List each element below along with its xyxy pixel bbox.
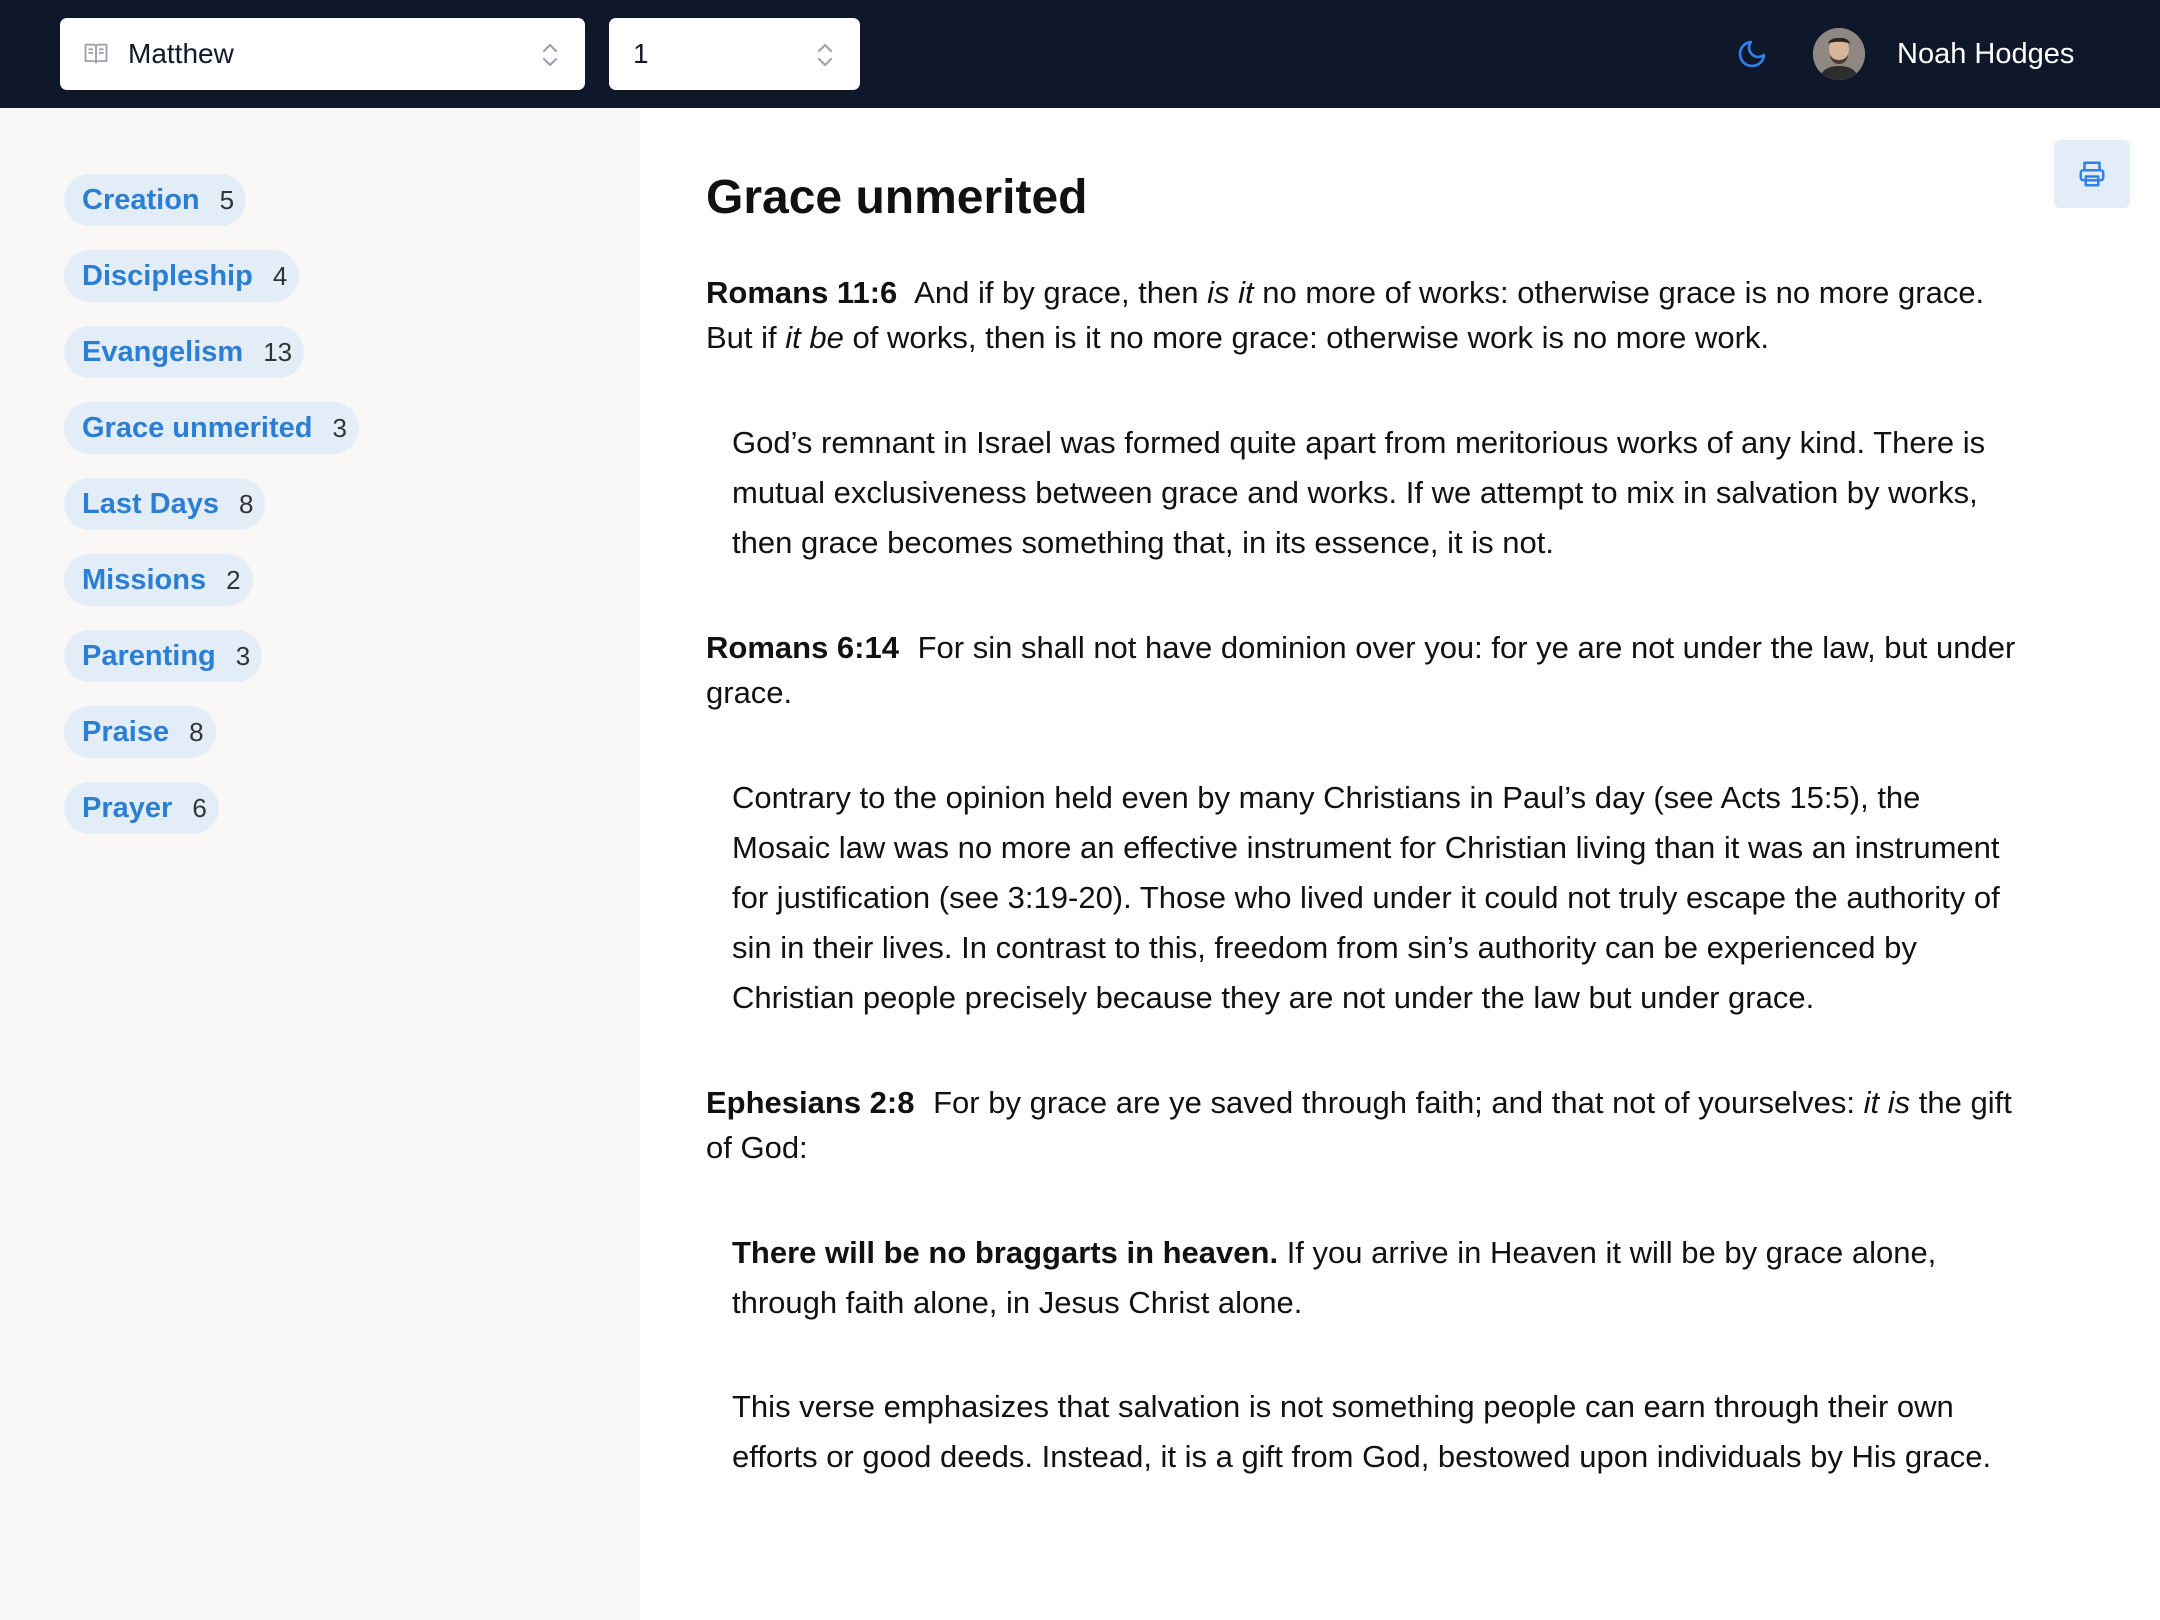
verse-text: Ephesians 2:8 For by grace are ye saved …	[706, 1085, 2012, 1165]
tag-count: 8	[189, 716, 204, 747]
tag-label: Last Days	[82, 487, 220, 520]
sidebar-tag-last-days[interactable]: Last Days 8	[64, 478, 266, 530]
sidebar-tag-missions[interactable]: Missions 2	[64, 554, 253, 606]
tag-count: 5	[219, 184, 235, 215]
tag-count: 13	[263, 336, 293, 367]
tag-label: Missions	[82, 563, 207, 596]
book-icon	[84, 43, 108, 64]
sidebar-tag-grace-unmerited[interactable]: Grace unmerited 3	[64, 402, 359, 454]
verse-reference[interactable]: Romans 6:14	[706, 630, 899, 665]
verse-text: Romans 6:14 For sin shall not have domin…	[706, 630, 2016, 710]
book-select-value: Matthew	[128, 38, 234, 69]
user-name[interactable]: Noah Hodges	[1897, 38, 2074, 71]
tag-label: Evangelism	[82, 335, 244, 368]
verse-reference[interactable]: Ephesians 2:8	[706, 1085, 914, 1120]
sidebar-tag-creation[interactable]: Creation 5	[64, 174, 247, 226]
tag-count: 6	[192, 792, 207, 823]
sidebar: Creation 5 Discipleship 4 Evangelism 13 …	[0, 108, 640, 1620]
printer-icon	[2079, 161, 2105, 187]
moon-icon[interactable]	[1736, 38, 1768, 70]
tag-count: 3	[235, 640, 251, 671]
commentary-note: Contrary to the opinion held even by man…	[732, 780, 2000, 1015]
chapter-select[interactable]: 1	[609, 18, 860, 90]
tag-count: 2	[226, 564, 241, 595]
tag-label: Discipleship	[82, 259, 253, 292]
sidebar-tag-praise[interactable]: Praise 8	[64, 706, 216, 758]
sidebar-tag-parenting[interactable]: Parenting 3	[64, 630, 263, 682]
commentary-note: God’s remnant in Israel was formed quite…	[732, 425, 1986, 560]
tag-count: 3	[332, 412, 347, 443]
print-button[interactable]	[2054, 140, 2130, 208]
commentary-note: There will be no braggarts in heaven. If…	[732, 1235, 1937, 1320]
verse-reference[interactable]: Romans 11:6	[706, 275, 897, 310]
tag-label: Grace unmerited	[82, 411, 313, 444]
chevron-up-down-icon	[817, 43, 833, 67]
tag-count: 4	[272, 260, 288, 291]
chevron-up-down-icon	[542, 43, 558, 67]
main-content: Grace unmerited Romans 11:6 And if by gr…	[640, 108, 2160, 1620]
tag-label: Prayer	[82, 791, 173, 824]
tag-count: 8	[239, 488, 254, 519]
verse-text: Romans 11:6 And if by grace, then is it …	[706, 275, 1985, 355]
tag-label: Creation	[82, 183, 200, 216]
sidebar-tag-discipleship[interactable]: Discipleship 4	[64, 250, 300, 302]
page-title: Grace unmerited	[706, 171, 1088, 224]
sidebar-tag-evangelism[interactable]: Evangelism 13	[64, 326, 305, 378]
tag-label: Praise	[82, 715, 170, 748]
avatar[interactable]	[1813, 28, 1865, 80]
sidebar-tag-prayer[interactable]: Prayer 6	[64, 782, 219, 834]
verse-list: Romans 11:6 And if by grace, then is it …	[706, 270, 2026, 1482]
commentary-note: This verse emphasizes that salvation is …	[732, 1389, 1992, 1474]
tag-label: Parenting	[82, 639, 216, 672]
book-select[interactable]: Matthew	[60, 18, 585, 90]
top-bar: Matthew 1 Noah Hodges	[0, 0, 2160, 108]
chapter-select-value: 1	[633, 38, 649, 69]
